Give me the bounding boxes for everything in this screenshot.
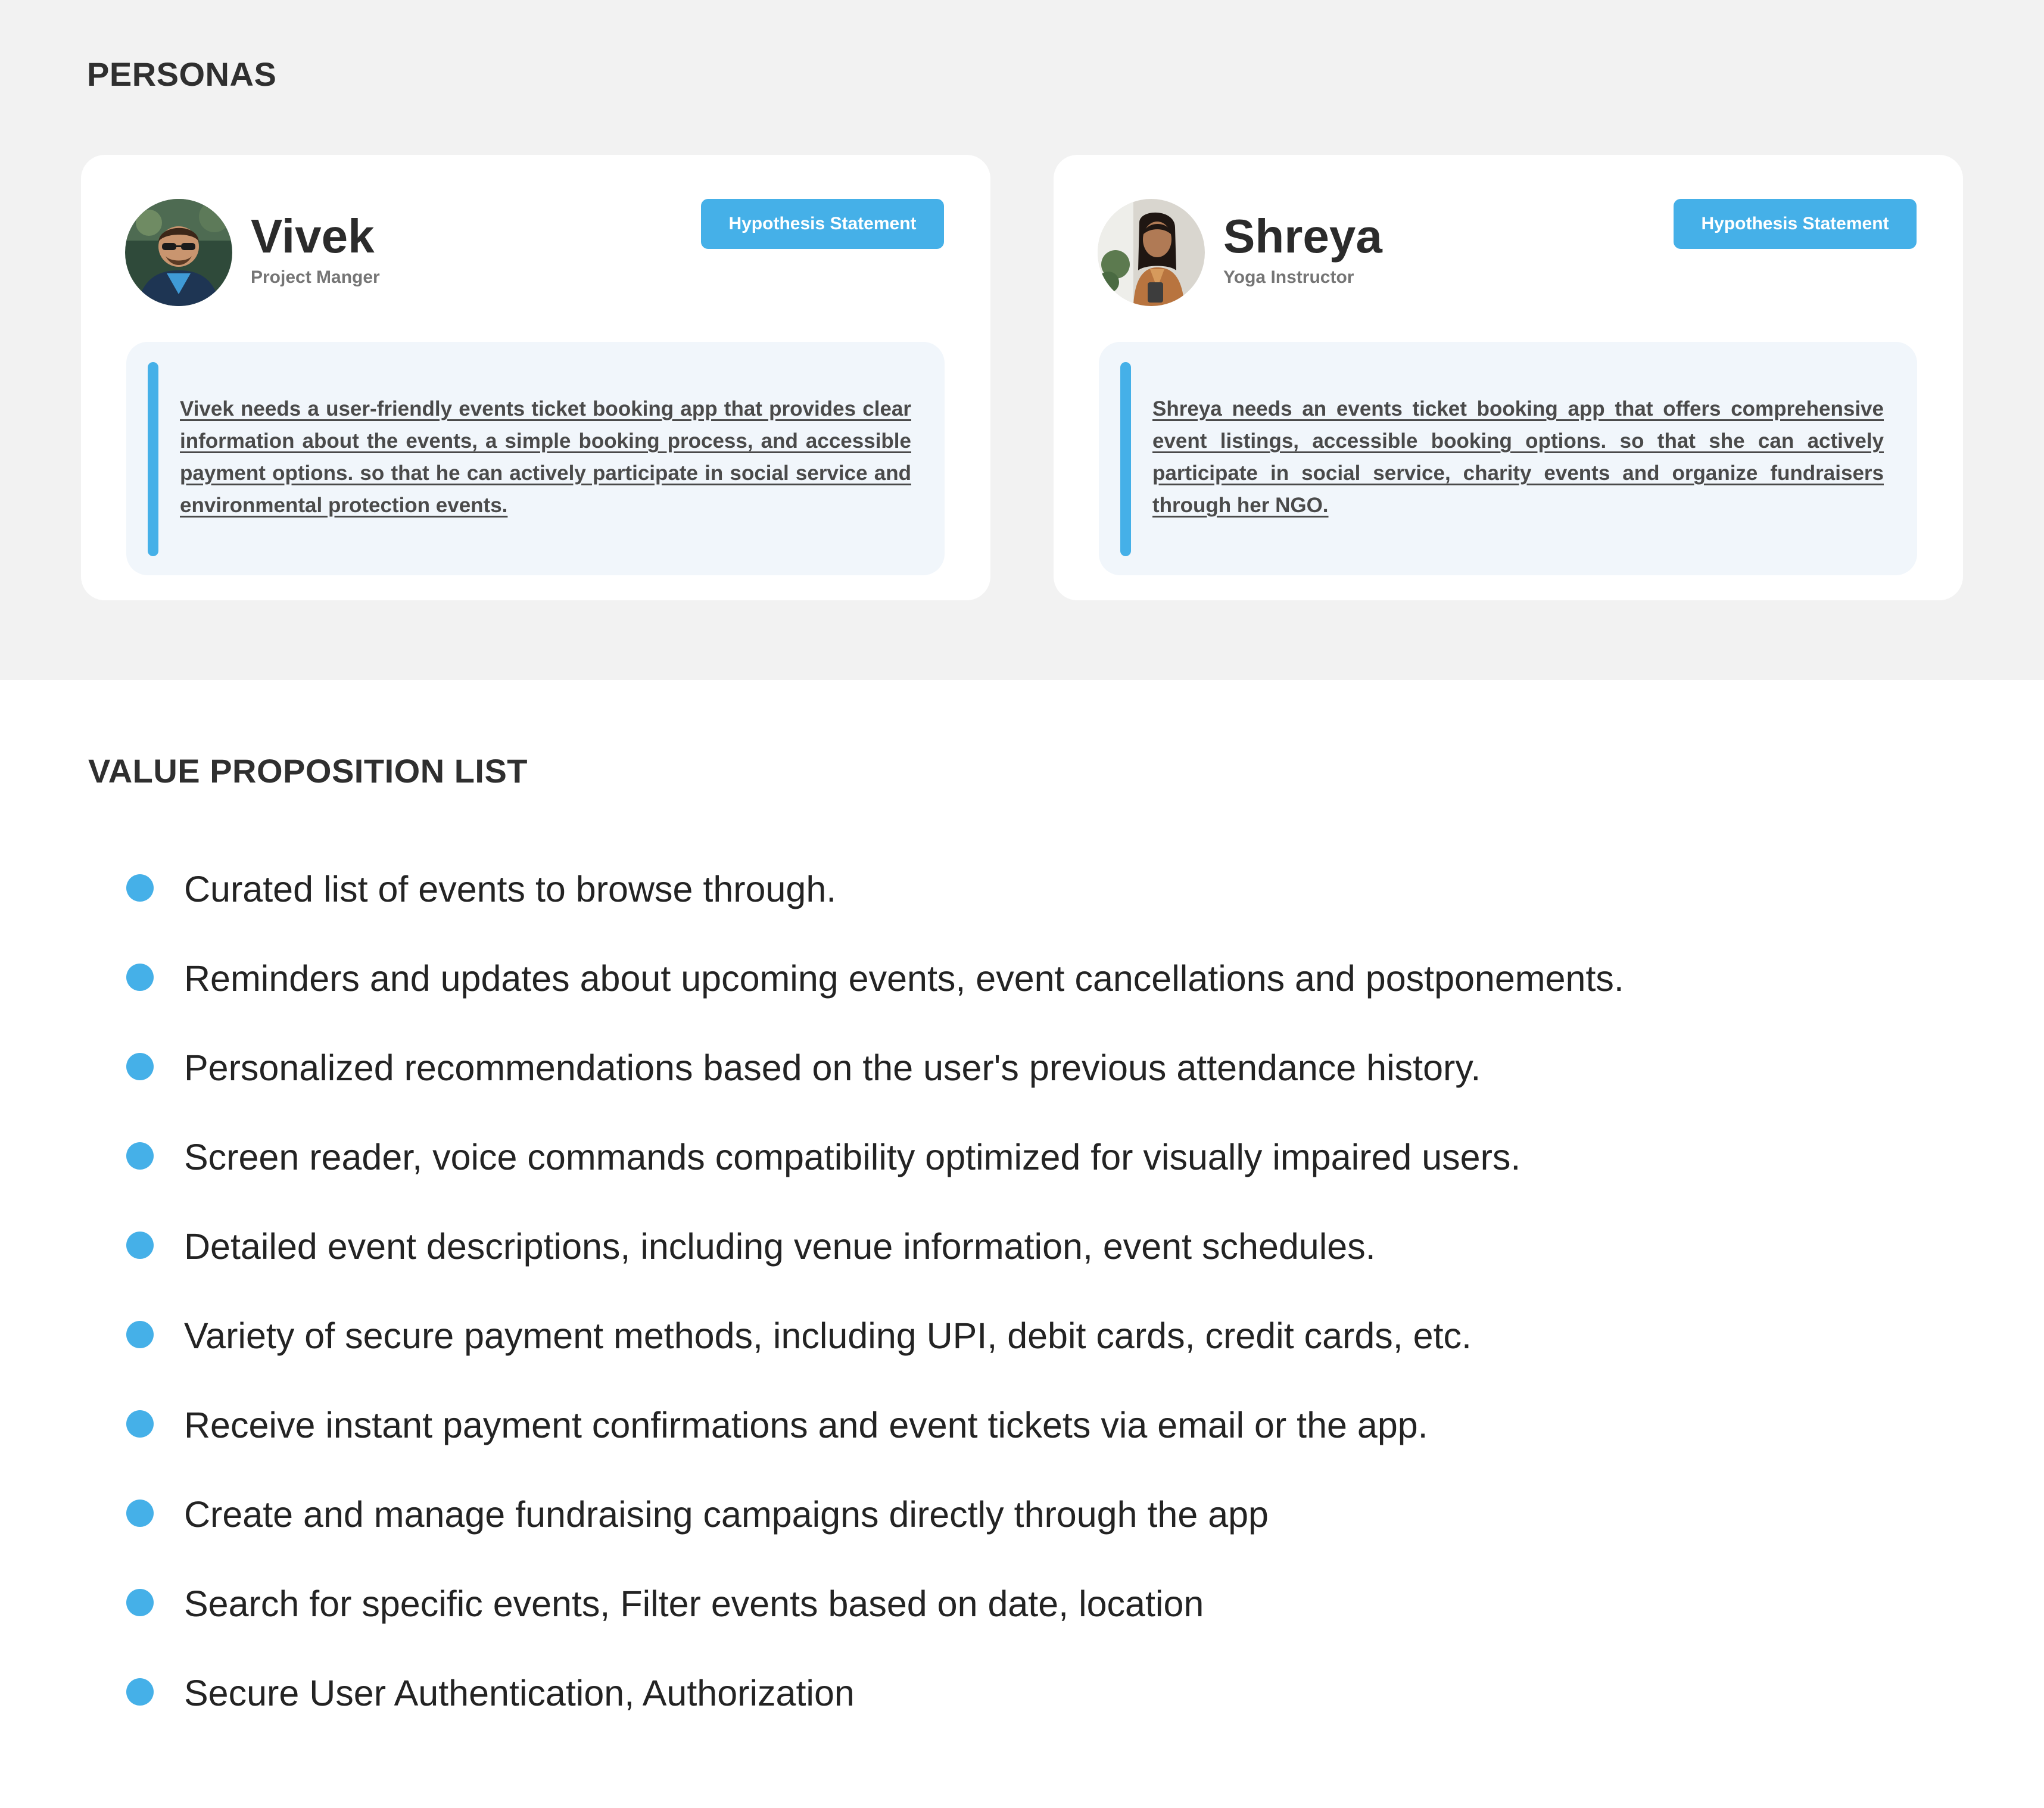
vivek-avatar — [125, 199, 232, 306]
value-proposition-text: Variety of secure payment methods, inclu… — [184, 1316, 1472, 1356]
bullet-dot-icon — [126, 1500, 154, 1527]
bullet-dot-icon — [126, 874, 154, 902]
quote-accent-bar — [148, 362, 158, 556]
value-proposition-text: Receive instant payment confirmations an… — [184, 1405, 1428, 1445]
persona-card-shreya: Shreya Yoga Instructor Hypothesis Statem… — [1054, 155, 1963, 600]
personas-heading: PERSONAS — [87, 55, 277, 93]
hypothesis-statement-button[interactable]: Hypothesis Statement — [1674, 199, 1917, 249]
hypothesis-statement-button[interactable]: Hypothesis Statement — [701, 199, 944, 249]
hypothesis-statement-text: Vivek needs a user-friendly events ticke… — [180, 397, 911, 517]
value-proposition-heading: VALUE PROPOSITION LIST — [88, 752, 528, 790]
shreya-avatar — [1098, 199, 1205, 306]
bullet-dot-icon — [126, 1232, 154, 1259]
value-proposition-text: Create and manage fundraising campaigns … — [184, 1494, 1269, 1535]
value-proposition-text: Personalized recommendations based on th… — [184, 1048, 1481, 1088]
bullet-dot-icon — [126, 1142, 154, 1170]
persona-card-vivek: Vivek Project Manger Hypothesis Statemen… — [81, 155, 990, 600]
persona-role: Project Manger — [251, 267, 380, 287]
hypothesis-quote-box: Shreya needs an events ticket booking ap… — [1099, 342, 1917, 575]
value-proposition-text: Secure User Authentication, Authorizatio… — [184, 1673, 855, 1713]
personas-section: PERSONAS Vivek Project Manger Hypothesis… — [0, 0, 2044, 680]
bullet-dot-icon — [126, 1053, 154, 1080]
value-proposition-text: Curated list of events to browse through… — [184, 869, 837, 909]
bullet-dot-icon — [126, 1589, 154, 1616]
bullet-dot-icon — [126, 1410, 154, 1438]
value-proposition-text: Screen reader, voice commands compatibil… — [184, 1137, 1521, 1177]
bullet-dot-icon — [126, 1678, 154, 1706]
persona-name: Shreya — [1223, 210, 1382, 263]
person-avatar-icon — [1098, 199, 1205, 306]
quote-accent-bar — [1120, 362, 1131, 556]
person-avatar-icon — [125, 199, 232, 306]
value-proposition-text: Reminders and updates about upcoming eve… — [184, 958, 1624, 999]
persona-role: Yoga Instructor — [1223, 267, 1354, 287]
hypothesis-quote-box: Vivek needs a user-friendly events ticke… — [126, 342, 945, 575]
bullet-dot-icon — [126, 964, 154, 991]
bullet-dot-icon — [126, 1321, 154, 1348]
value-proposition-text: Detailed event descriptions, including v… — [184, 1226, 1376, 1267]
persona-name: Vivek — [251, 210, 375, 263]
hypothesis-statement-text: Shreya needs an events ticket booking ap… — [1152, 397, 1884, 517]
value-proposition-text: Search for specific events, Filter event… — [184, 1583, 1204, 1624]
